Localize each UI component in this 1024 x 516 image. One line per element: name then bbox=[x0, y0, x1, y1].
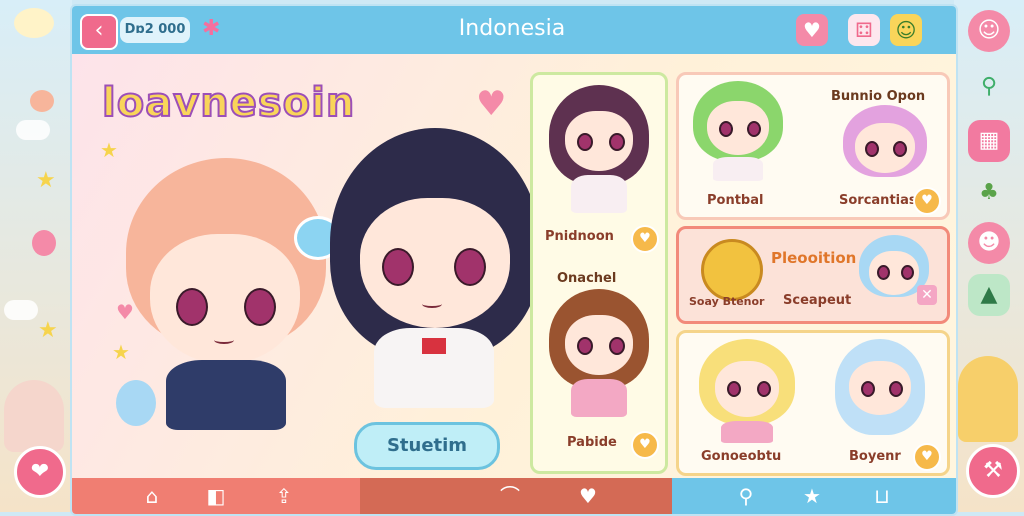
hero-character-dark bbox=[324, 128, 544, 448]
bottom-nav-middle: ⌒ ♥ bbox=[360, 478, 672, 514]
favorite-button[interactable]: ♥ bbox=[631, 225, 659, 253]
hat-icon[interactable]: ⌒ bbox=[496, 482, 524, 510]
favorite-button[interactable]: ♥ bbox=[913, 443, 941, 471]
favorite-button[interactable]: ♥ bbox=[631, 431, 659, 459]
heart-icon[interactable]: ♥ bbox=[574, 482, 602, 510]
dice-icon[interactable]: ⚃ bbox=[848, 14, 880, 46]
mascot-decoration bbox=[958, 356, 1018, 442]
grid-icon[interactable]: ▦ bbox=[968, 120, 1010, 162]
strawberry-decoration bbox=[32, 230, 56, 256]
pin-icon[interactable]: ⚲ bbox=[968, 66, 1010, 108]
top-bar: ‹ Dɒ2 000 ✱ Indonesia ♥ ⚃ ☺ bbox=[72, 6, 956, 54]
tool-button[interactable]: ⚒ bbox=[966, 444, 1020, 498]
character-card-middle[interactable]: Pleooition Soay Btenor Sceapeut ✕ bbox=[676, 226, 950, 324]
logo-title: loavnesoin bbox=[101, 79, 356, 127]
star-icon[interactable]: ★ bbox=[798, 482, 826, 510]
character-portrait bbox=[835, 339, 925, 443]
favorite-button[interactable]: ♥ bbox=[913, 187, 941, 215]
close-icon[interactable]: ✕ bbox=[917, 285, 937, 305]
character-portrait[interactable] bbox=[549, 85, 649, 215]
face-icon[interactable]: ☺ bbox=[968, 10, 1010, 52]
bottom-nav-right: ⚲ ★ ⊔ bbox=[672, 478, 956, 514]
page-title: Indonesia bbox=[458, 16, 566, 41]
ticket-icon[interactable]: ◧ bbox=[202, 482, 230, 510]
character-card-bottom[interactable]: Gonoeobtu Boyenr ♥ bbox=[676, 330, 950, 476]
code-chip: Dɒ2 000 bbox=[120, 17, 190, 43]
card-label: Soay Btenor bbox=[689, 295, 765, 308]
share-icon[interactable]: ⇪ bbox=[270, 482, 298, 510]
card-label: Gonoeobtu bbox=[701, 449, 782, 464]
star-decoration: ★ bbox=[36, 168, 56, 193]
heart-icon[interactable]: ♥ bbox=[796, 14, 828, 46]
home-icon[interactable]: ⌂ bbox=[138, 482, 166, 510]
character-portrait bbox=[843, 105, 927, 195]
mascot-icon[interactable]: ☻ bbox=[968, 222, 1010, 264]
mascot-decoration bbox=[4, 380, 64, 452]
main-content: loavnesoin ★ ♥ ★ ♥ Stuetim Pnidnoon ♥ On… bbox=[72, 54, 956, 480]
star-icon: ✱ bbox=[202, 16, 221, 41]
character-portrait[interactable] bbox=[549, 289, 649, 419]
heart-decoration: ♥ bbox=[476, 84, 507, 124]
card-label: Boyenr bbox=[849, 449, 901, 464]
card-header: Pleooition bbox=[771, 249, 857, 267]
emoji-icon[interactable]: ☺ bbox=[890, 14, 922, 46]
character-card-top[interactable]: Bunnio Opon Pontbal Sorcantias ♥ bbox=[676, 72, 950, 220]
card-label: Sorcantias bbox=[839, 193, 917, 208]
bottom-nav-left: ⌂ ◧ ⇪ bbox=[72, 478, 360, 514]
card-header: Bunnio Opon bbox=[831, 89, 926, 104]
start-button[interactable]: Stuetim bbox=[354, 422, 500, 470]
tree-icon[interactable]: ♣ bbox=[968, 172, 1010, 214]
game-window: ‹ Dɒ2 000 ✱ Indonesia ♥ ⚃ ☺ loavnesoin ★… bbox=[70, 4, 958, 516]
card-label: Pnidnoon bbox=[545, 229, 614, 244]
back-arrow-icon: ‹ bbox=[94, 18, 104, 43]
mascot-decoration bbox=[30, 90, 54, 112]
chat-button[interactable]: ❤ bbox=[14, 446, 66, 498]
character-portrait bbox=[693, 81, 783, 181]
card-label: Sceapeut bbox=[783, 293, 852, 308]
middle-card-column: Pnidnoon ♥ Onachel Pabide ♥ bbox=[530, 72, 668, 474]
card-label: Pabide bbox=[567, 435, 617, 450]
card-label: Pontbal bbox=[707, 193, 764, 208]
back-button[interactable]: ‹ bbox=[80, 14, 118, 50]
cloud-decoration bbox=[4, 300, 38, 320]
cup-icon[interactable]: ⊔ bbox=[868, 482, 896, 510]
coin-icon bbox=[701, 239, 763, 301]
bottom-nav-bar: ⌂ ◧ ⇪ ⌒ ♥ ⚲ ★ ⊔ bbox=[72, 478, 956, 514]
card-header: Onachel bbox=[557, 271, 617, 286]
star-decoration: ★ bbox=[38, 318, 58, 343]
ghost-icon[interactable]: ▲ bbox=[968, 274, 1010, 316]
cloud-decoration bbox=[16, 120, 50, 140]
hero-character-pink bbox=[116, 138, 342, 438]
search-icon[interactable]: ⚲ bbox=[732, 482, 760, 510]
sun-decoration bbox=[14, 8, 54, 38]
character-portrait bbox=[699, 339, 795, 443]
